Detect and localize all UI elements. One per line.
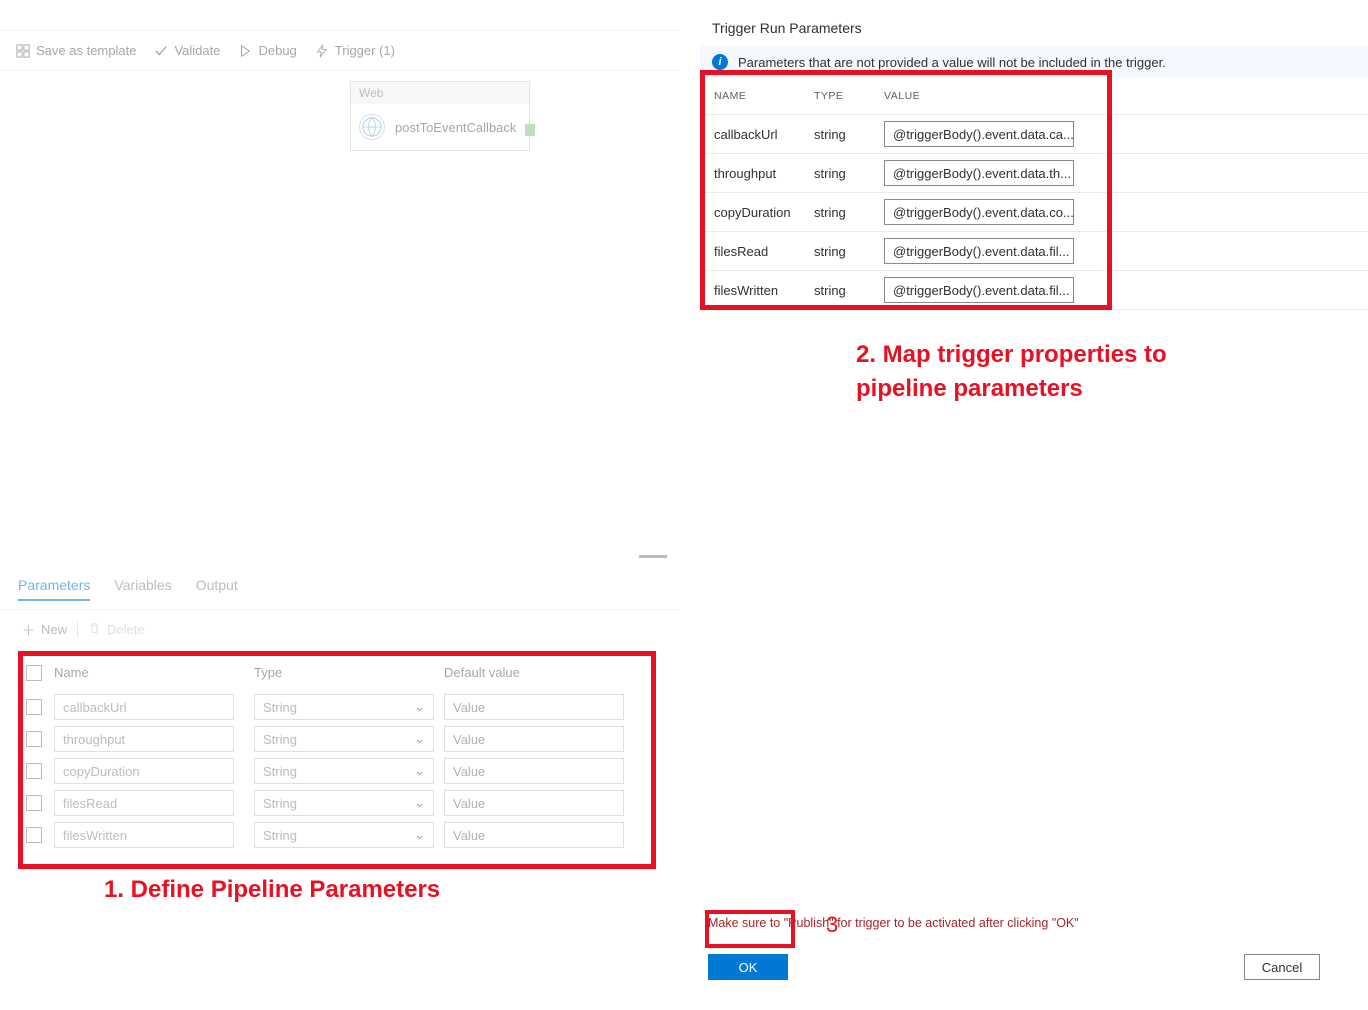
check-icon [154, 44, 168, 58]
annotation-3: 3 [826, 912, 838, 938]
plus-icon: ＋ [22, 620, 35, 639]
annotation-box-3 [705, 910, 795, 948]
save-as-template-button[interactable]: Save as template [16, 43, 136, 58]
info-text: Parameters that are not provided a value… [738, 55, 1166, 70]
bottom-tabs: Parameters Variables Output [0, 569, 680, 610]
pipeline-canvas[interactable]: Web postToEventCallback [0, 71, 680, 561]
toolbar-label: Save as template [36, 43, 136, 58]
info-icon: i [712, 54, 728, 70]
lightning-icon [315, 44, 329, 58]
web-activity-node[interactable]: Web postToEventCallback [350, 81, 530, 151]
new-parameter-button[interactable]: ＋ New [22, 620, 67, 639]
activity-name: postToEventCallback [395, 120, 516, 135]
tab-output[interactable]: Output [196, 577, 238, 601]
annotation-1: 1. Define Pipeline Parameters [104, 876, 440, 904]
parameters-toolbar: ＋ New Delete [0, 610, 680, 649]
toolbar-separator [77, 622, 78, 638]
annotation-box-2 [700, 70, 1112, 310]
globe-icon [359, 114, 385, 140]
tab-parameters[interactable]: Parameters [18, 577, 90, 601]
activity-type-label: Web [351, 82, 529, 104]
annotation-2: 2. Map trigger properties to pipeline pa… [856, 338, 1206, 405]
new-label: New [41, 622, 67, 637]
trash-icon [88, 622, 101, 638]
trigger-button[interactable]: Trigger (1) [315, 43, 395, 58]
ok-button[interactable]: OK [708, 954, 788, 980]
delete-label: Delete [107, 622, 145, 637]
panel-resize-handle[interactable] [639, 555, 667, 558]
debug-button[interactable]: Debug [238, 43, 296, 58]
annotation-box-1 [18, 651, 656, 869]
cancel-button[interactable]: Cancel [1244, 954, 1320, 980]
success-output-handle[interactable] [525, 124, 535, 136]
panel-footer: OK Cancel [700, 954, 1328, 980]
editor-toolbar: Save as template Validate Debug Trigger … [0, 30, 680, 71]
play-icon [238, 44, 252, 58]
toolbar-label: Debug [258, 43, 296, 58]
validate-button[interactable]: Validate [154, 43, 220, 58]
toolbar-label: Validate [174, 43, 220, 58]
delete-parameter-button: Delete [88, 622, 145, 638]
tab-variables[interactable]: Variables [114, 577, 171, 601]
template-icon [16, 44, 30, 58]
toolbar-label: Trigger (1) [335, 43, 395, 58]
panel-title: Trigger Run Parameters [700, 0, 1368, 46]
